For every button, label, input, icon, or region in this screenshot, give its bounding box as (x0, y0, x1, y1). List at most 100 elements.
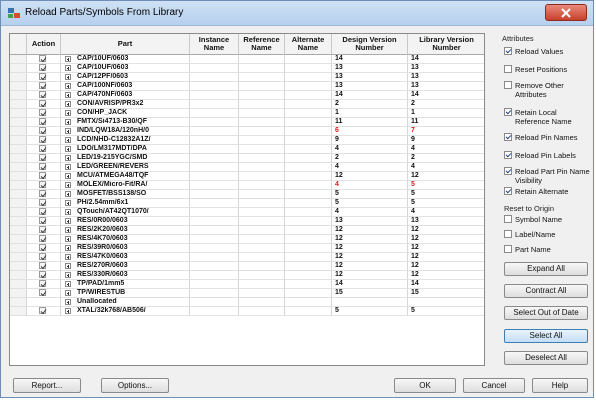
row-selector[interactable] (10, 307, 27, 316)
action-checkbox[interactable] (39, 307, 47, 315)
action-checkbox[interactable] (39, 55, 47, 63)
table-row[interactable]: MOLEX/Micro-Fit/RA/4 5 (10, 181, 484, 190)
table-row[interactable]: XTAL/32k768/AB506/5 5 (10, 307, 484, 316)
table-row[interactable]: LDO/LM317MDT/DPA 4 4 (10, 145, 484, 154)
expand-icon[interactable] (65, 164, 71, 170)
action-checkbox[interactable] (39, 100, 47, 108)
table-row[interactable]: CON/AVRISP/PR3x2 2 2 (10, 100, 484, 109)
row-selector[interactable] (10, 253, 27, 262)
action-checkbox[interactable] (39, 145, 47, 153)
table-row[interactable]: LED/GREEN/REVERS 4 4 (10, 163, 484, 172)
header-alternate-name[interactable]: Alternate Name (285, 34, 332, 55)
action-checkbox[interactable] (39, 91, 47, 99)
row-selector[interactable] (10, 199, 27, 208)
options-button[interactable]: Options... (101, 378, 169, 393)
expand-icon[interactable] (65, 209, 71, 215)
table-row[interactable]: QTouch/AT42QT1070/4 4 (10, 208, 484, 217)
row-selector[interactable] (10, 109, 27, 118)
expand-icon[interactable] (65, 182, 71, 188)
expand-icon[interactable] (65, 254, 71, 260)
action-checkbox[interactable] (39, 208, 47, 216)
action-checkbox[interactable] (39, 253, 47, 261)
expand-icon[interactable] (65, 65, 71, 71)
expand-icon[interactable] (65, 281, 71, 287)
contract-all-button[interactable]: Contract All (504, 284, 588, 298)
header-library-version[interactable]: Library Version Number (408, 34, 484, 55)
table-row[interactable]: TP/PAD/1mm5 14 14 (10, 280, 484, 289)
attribute-checkbox[interactable] (504, 167, 512, 175)
row-selector[interactable] (10, 82, 27, 91)
select-all-button[interactable]: Select All (504, 329, 588, 343)
attribute-checkbox[interactable] (504, 108, 512, 116)
action-checkbox[interactable] (39, 163, 47, 171)
header-reference-name[interactable]: Reference Name (239, 34, 285, 55)
row-selector[interactable] (10, 163, 27, 172)
row-selector[interactable] (10, 244, 27, 253)
row-selector[interactable] (10, 262, 27, 271)
table-row[interactable]: RES/47K0/0603 12 12 (10, 253, 484, 262)
action-checkbox[interactable] (39, 280, 47, 288)
expand-icon[interactable] (65, 308, 71, 314)
deselect-all-button[interactable]: Deselect All (504, 351, 588, 365)
row-selector[interactable] (10, 280, 27, 289)
row-selector[interactable] (10, 136, 27, 145)
table-row[interactable]: RES/4K70/0603 12 12 (10, 235, 484, 244)
expand-icon[interactable] (65, 272, 71, 278)
row-selector[interactable] (10, 235, 27, 244)
table-row[interactable]: RES/2K20/0603 12 12 (10, 226, 484, 235)
action-checkbox[interactable] (39, 271, 47, 279)
expand-icon[interactable] (65, 299, 71, 305)
row-selector[interactable] (10, 226, 27, 235)
row-selector[interactable] (10, 154, 27, 163)
parts-table[interactable]: Action Part Instance Name Reference Name… (9, 33, 485, 366)
expand-icon[interactable] (65, 119, 71, 125)
action-checkbox[interactable] (39, 127, 47, 135)
table-row[interactable]: CAP/10UF/0603 13 13 (10, 64, 484, 73)
row-selector[interactable] (10, 91, 27, 100)
action-checkbox[interactable] (39, 244, 47, 252)
report-button[interactable]: Report... (13, 378, 81, 393)
expand-icon[interactable] (65, 245, 71, 251)
table-row[interactable]: RES/270R/0603 12 12 (10, 262, 484, 271)
attribute-checkbox[interactable] (504, 187, 512, 195)
table-row[interactable]: LED/19-215YGC/SMD 2 2 (10, 154, 484, 163)
row-selector[interactable] (10, 289, 27, 298)
expand-icon[interactable] (65, 218, 71, 224)
header-part[interactable]: Part (61, 34, 190, 55)
select-out-of-date-button[interactable]: Select Out of Date (504, 306, 588, 320)
action-checkbox[interactable] (39, 199, 47, 207)
action-checkbox[interactable] (39, 190, 47, 198)
attribute-checkbox[interactable] (504, 151, 512, 159)
expand-icon[interactable] (65, 56, 71, 62)
row-selector[interactable] (10, 190, 27, 199)
expand-icon[interactable] (65, 92, 71, 98)
action-checkbox[interactable] (39, 82, 47, 90)
row-selector[interactable] (10, 217, 27, 226)
table-row[interactable]: IND/LQW18A/120nH/0 6 7 (10, 127, 484, 136)
header-instance-name[interactable]: Instance Name (190, 34, 239, 55)
close-button[interactable] (545, 4, 587, 21)
table-row[interactable]: CAP/10UF/0603 14 14 (10, 55, 484, 64)
table-row[interactable]: MCU/ATMEGA48/TQF 12 12 (10, 172, 484, 181)
table-row[interactable]: FMTX/Si4713-B30/QF 11 11 (10, 118, 484, 127)
action-checkbox[interactable] (39, 64, 47, 72)
table-row[interactable]: PH/2.54mm/6x1 5 5 (10, 199, 484, 208)
row-selector[interactable] (10, 127, 27, 136)
cancel-button[interactable]: Cancel (463, 378, 525, 393)
table-row[interactable]: RES/39R0/0603 12 12 (10, 244, 484, 253)
attribute-checkbox[interactable] (504, 47, 512, 55)
table-row[interactable]: CAP/12PF/0603 13 13 (10, 73, 484, 82)
header-design-version[interactable]: Design Version Number (332, 34, 408, 55)
reset-origin-checkbox[interactable] (504, 215, 512, 223)
table-row[interactable]: RES/330R/0603 12 12 (10, 271, 484, 280)
table-row[interactable]: CAP/100NF/0603 13 13 (10, 82, 484, 91)
action-checkbox[interactable] (39, 217, 47, 225)
row-selector[interactable] (10, 181, 27, 190)
reset-origin-checkbox[interactable] (504, 245, 512, 253)
expand-icon[interactable] (65, 110, 71, 116)
expand-icon[interactable] (65, 128, 71, 134)
expand-icon[interactable] (65, 155, 71, 161)
action-checkbox[interactable] (39, 181, 47, 189)
attribute-checkbox[interactable] (504, 65, 512, 73)
expand-icon[interactable] (65, 74, 71, 80)
